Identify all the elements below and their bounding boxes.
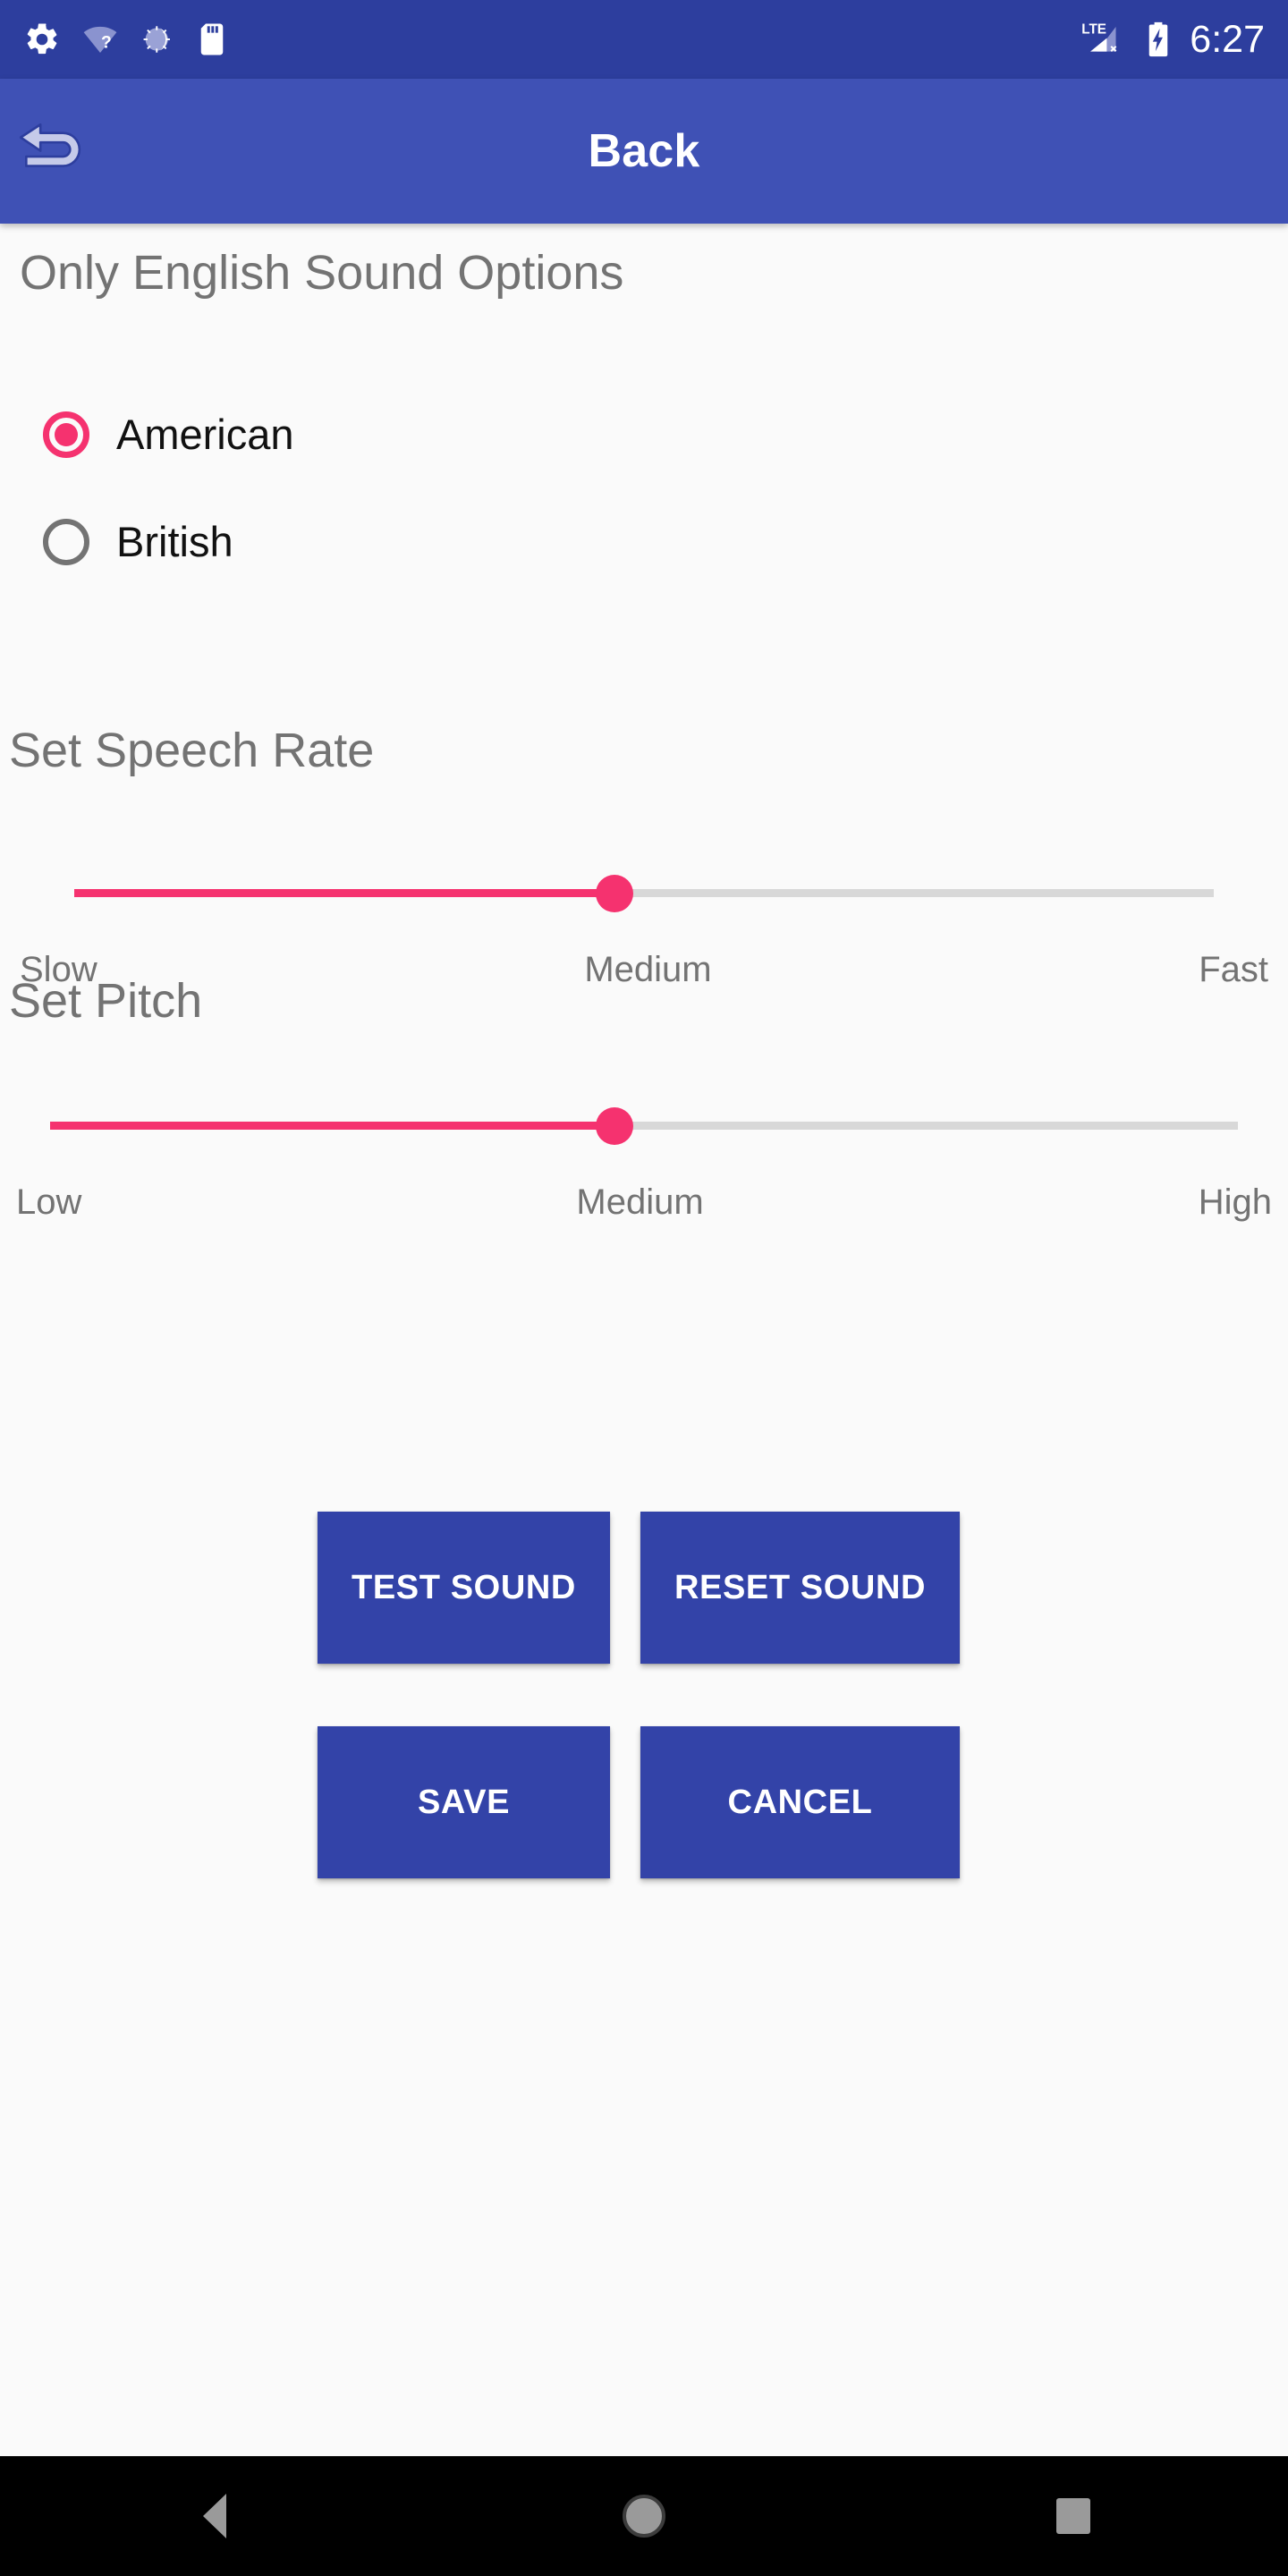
sd-card-icon	[200, 23, 224, 55]
battery-charging-icon	[1149, 21, 1168, 57]
action-button-grid: TEST SOUND RESET SOUND SAVE CANCEL	[0, 224, 1288, 1878]
content-area: Only English Sound Options American Brit…	[0, 224, 1288, 2367]
nav-back-triangle-icon	[202, 2494, 226, 2538]
reset-sound-button[interactable]: RESET SOUND	[640, 1512, 960, 1664]
settings-gear-icon	[27, 23, 57, 55]
svg-text:?: ?	[101, 33, 112, 52]
speech-rate-label-mid: Medium	[584, 950, 712, 989]
status-bar: ? LTE 6:27	[0, 0, 1288, 79]
pitch-track-fill	[50, 1122, 614, 1130]
speech-rate-label-max: Fast	[1199, 950, 1268, 989]
status-clock: 6:27	[1190, 17, 1265, 61]
phone-screen: ? LTE 6:27 Back Only English Sound Optio…	[0, 0, 1288, 2576]
pitch-scale-labels: Low Medium High	[16, 1182, 1272, 1223]
test-sound-button[interactable]: TEST SOUND	[318, 1512, 610, 1664]
svg-text:LTE: LTE	[1082, 21, 1107, 37]
sync-loading-icon	[143, 26, 170, 53]
speech-rate-track-fill	[74, 889, 614, 897]
pitch-label-max: High	[1198, 1182, 1272, 1222]
nav-recents-button[interactable]	[859, 2456, 1288, 2576]
android-navigation-bar	[0, 2456, 1288, 2576]
nav-home-circle-icon	[622, 2495, 665, 2538]
app-bar-title: Back	[588, 125, 700, 177]
lte-signal-no-service-icon: LTE	[1082, 21, 1117, 52]
pitch-thumb[interactable]	[596, 1107, 633, 1145]
wifi-unknown-icon: ?	[83, 26, 117, 54]
speech-rate-scale-labels: Slow Medium Fast	[20, 950, 1268, 990]
status-bar-right-icons: LTE 6:27	[1080, 20, 1265, 59]
cancel-button[interactable]: CANCEL	[640, 1726, 960, 1878]
speech-rate-thumb[interactable]	[596, 875, 633, 912]
nav-back-button[interactable]	[0, 2456, 429, 2576]
pitch-heading: Set Pitch	[9, 974, 203, 1028]
nav-recents-square-icon	[1055, 2498, 1090, 2534]
pitch-label-min: Low	[16, 1182, 82, 1222]
status-bar-left-icons: ?	[23, 21, 227, 58]
save-button[interactable]: SAVE	[318, 1726, 610, 1878]
pitch-label-mid: Medium	[576, 1182, 704, 1222]
nav-home-button[interactable]	[429, 2456, 859, 2576]
app-bar: Back	[0, 79, 1288, 224]
